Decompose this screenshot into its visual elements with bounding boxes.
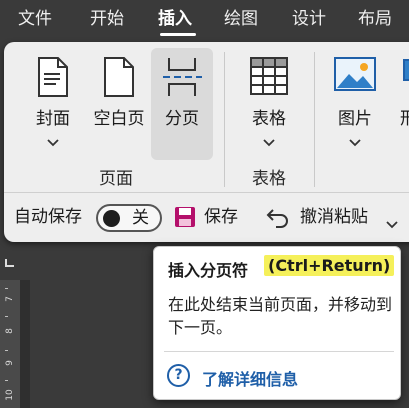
ruler-tab-selector[interactable] [5,259,14,267]
tooltip-divider [164,351,394,352]
shapes-button[interactable]: 形 [388,48,409,160]
cover-page-button[interactable]: 封面 [24,48,82,160]
chevron-down-icon [263,132,275,151]
ruler-tick [5,316,8,317]
group-divider [224,52,225,187]
save-icon [174,206,196,232]
blank-page-label: 空白页 [93,109,145,129]
save-label: 保存 [204,207,238,227]
ribbon-panel: 封面 空白页 分页 页面 表格 表格 图片 形 自动保存 关 保存 撤消粘贴 [4,42,409,242]
shapes-icon [402,56,409,98]
page-break-label: 分页 [165,109,199,129]
shapes-label: 形 [400,109,409,129]
tab-insert[interactable]: 插入 [158,7,192,31]
blank-page-button[interactable]: 空白页 [84,48,154,160]
vertical-ruler: 7 8 9 10 [0,280,20,408]
autosave-state: 关 [132,208,149,228]
ruler-tick [5,350,8,351]
ribbon-divider [4,192,409,193]
picture-label: 图片 [338,109,372,129]
tab-file[interactable]: 文件 [18,7,52,31]
ruler-number: 7 [5,296,15,302]
group-label-tables: 表格 [252,169,286,189]
ruler-tick [5,288,8,289]
tab-home[interactable]: 开始 [90,7,124,31]
picture-button[interactable]: 图片 [324,48,386,160]
menu-tabs: 文件 开始 插入 绘图 设计 布局 [0,0,409,40]
undo-icon [266,206,290,232]
tab-layout[interactable]: 布局 [358,7,392,31]
ruler-margin-strip [20,280,30,408]
cover-page-label: 封面 [36,109,70,129]
active-tab-indicator [160,33,196,36]
blank-page-icon [102,56,136,102]
ruler-number: 8 [5,328,15,334]
chevron-down-icon [47,132,59,151]
page-break-tooltip: 插入分页符 (Ctrl+Return) 在此处结束当前页面，并移动到下一页。 ?… [153,246,401,400]
tab-design[interactable]: 设计 [292,7,326,31]
ruler-tick [5,380,8,381]
save-button[interactable]: 保存 [172,202,246,232]
table-button[interactable]: 表格 [236,48,302,160]
chevron-down-icon[interactable] [386,214,398,233]
undo-button[interactable]: 撤消粘贴 [262,202,402,232]
tab-draw[interactable]: 绘图 [224,7,258,31]
table-icon [249,56,289,100]
tooltip-shortcut: (Ctrl+Return) [264,255,395,276]
help-icon[interactable]: ? [167,364,190,387]
tooltip-description: 在此处结束当前页面，并移动到下一页。 [168,295,393,337]
autosave-label: 自动保存 [14,207,82,227]
page-break-button[interactable]: 分页 [151,48,213,160]
undo-label: 撤消粘贴 [300,207,368,227]
table-label: 表格 [252,109,286,129]
picture-icon [333,56,377,98]
page-break-icon [161,56,203,102]
autosave-toggle[interactable]: 关 [96,204,162,232]
ruler-number: 9 [5,360,15,366]
chevron-down-icon [349,132,361,151]
cover-page-icon [36,56,70,102]
group-label-pages: 页面 [99,169,133,189]
tooltip-title: 插入分页符 [168,261,249,280]
toggle-knob [103,210,120,227]
learn-more-link[interactable]: 了解详细信息 [202,366,298,390]
ruler-number: 10 [5,389,15,401]
group-divider [314,52,315,187]
